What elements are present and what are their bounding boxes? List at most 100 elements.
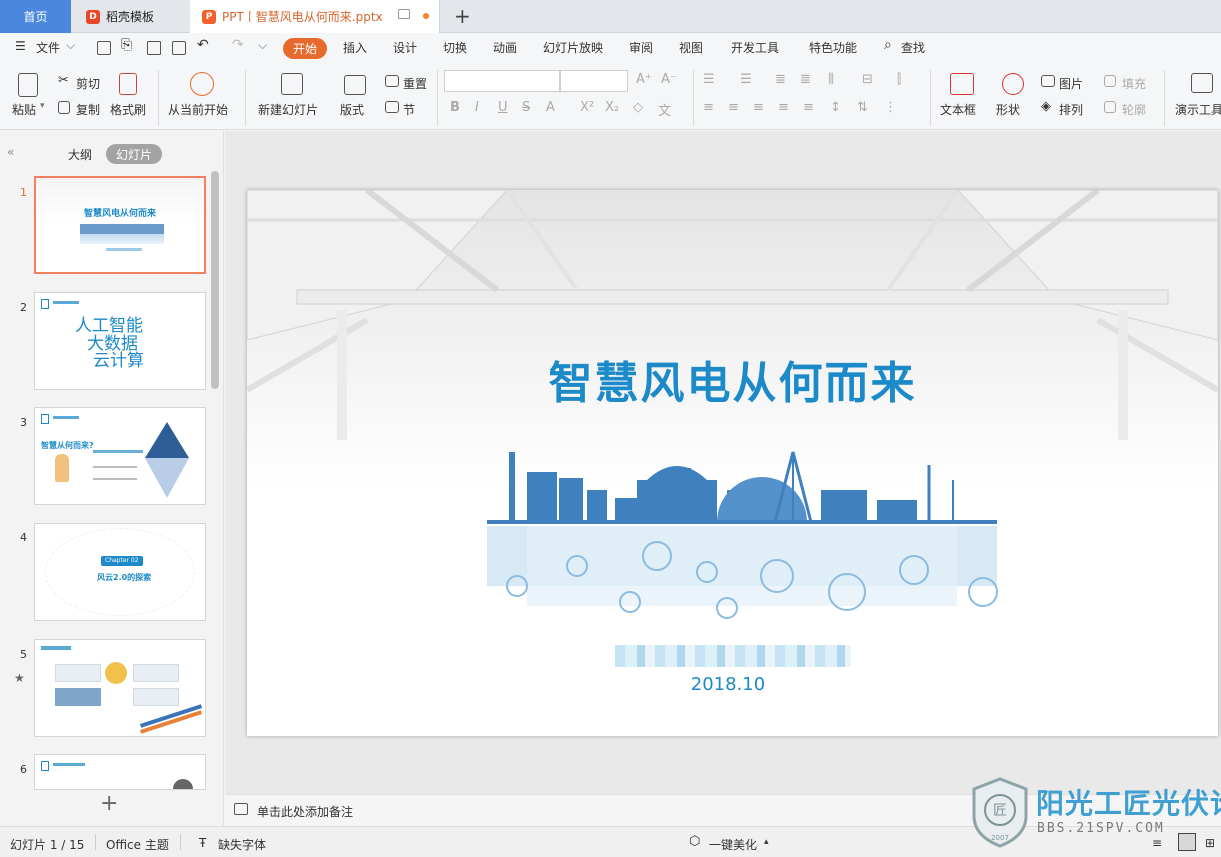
add-slide-button[interactable]: + (100, 791, 118, 816)
customize-toolbar-icon[interactable]: ⌵ (258, 38, 267, 53)
align-right-icon[interactable]: ≡ (753, 100, 764, 115)
italic-icon[interactable]: I (475, 100, 479, 115)
menu-special[interactable]: 特色功能 (809, 39, 857, 56)
paragraph-spacing-icon[interactable]: ⇅ (857, 100, 868, 115)
outline-icon[interactable] (1104, 101, 1116, 113)
format-painter-button[interactable]: 格式刷 (110, 101, 146, 118)
clear-format-icon[interactable]: ◇ (633, 100, 643, 115)
copy-icon[interactable] (58, 101, 70, 114)
decrease-indent-icon[interactable]: ≣ (775, 72, 786, 87)
subtitle-blurred[interactable] (615, 645, 851, 667)
layout-icon[interactable] (344, 75, 366, 95)
menu-transitions[interactable]: 切换 (443, 39, 467, 56)
align-text-icon[interactable]: ⊟ (862, 72, 873, 87)
menu-view[interactable]: 视图 (679, 39, 703, 56)
paste-dropdown-icon[interactable]: ▾ (40, 101, 45, 111)
notes-placeholder[interactable]: 单击此处添加备注 (257, 803, 353, 820)
slides-panel-scrollbar[interactable] (211, 171, 219, 389)
theme-name[interactable]: Office 主题 (106, 836, 169, 853)
arrange-button[interactable]: 排列 (1059, 101, 1083, 118)
search-icon[interactable]: ⌕ (884, 37, 892, 53)
justify-icon[interactable]: ≡ (778, 100, 789, 115)
reset-button[interactable]: 重置 (403, 75, 427, 92)
numbering-icon[interactable]: ☰ (740, 72, 752, 87)
tab-document[interactable]: P PPT丨智慧风电从何而来.pptx (190, 0, 440, 33)
bold-icon[interactable]: B (450, 100, 460, 115)
paste-button[interactable]: 粘贴 (12, 101, 36, 118)
outline-tab[interactable]: 大纲 (68, 146, 92, 163)
menu-slideshow[interactable]: 幻灯片放映 (543, 39, 603, 56)
menu-animations[interactable]: 动画 (493, 39, 517, 56)
picture-button[interactable]: 图片 (1059, 75, 1083, 92)
line-spacing-icon[interactable]: ↕ (830, 100, 841, 115)
layout-button[interactable]: 版式 (340, 101, 364, 118)
underline-icon[interactable]: U (498, 100, 508, 115)
slide-thumbnail-3[interactable]: 智慧从何而来? (34, 407, 206, 505)
print-icon[interactable] (147, 41, 161, 55)
increase-indent-icon[interactable]: ≣ (800, 72, 811, 87)
slide-thumbnail-2[interactable]: 人工智能 大数据 云计算 (34, 292, 206, 390)
shrink-font-icon[interactable]: A⁻ (661, 72, 677, 87)
textbox-icon[interactable] (950, 73, 974, 95)
slide-canvas[interactable]: 智慧风电从何而来 2018.10 (247, 190, 1218, 736)
section-button[interactable]: 节 (403, 101, 415, 118)
textbox-button[interactable]: 文本框 (940, 101, 976, 118)
slides-tab[interactable]: 幻灯片 (106, 144, 163, 164)
outline-button[interactable]: 轮廓 (1122, 101, 1146, 118)
font-color-icon[interactable]: A (546, 100, 555, 115)
missing-fonts-button[interactable]: 缺失字体 (218, 836, 266, 853)
menu-home[interactable]: 开始 (283, 38, 328, 59)
monitor-icon[interactable] (398, 9, 410, 19)
slide-thumbnail-4[interactable]: Chapter 02 风云2.0的探索 (34, 523, 206, 621)
play-icon[interactable] (190, 72, 214, 96)
phonetic-icon[interactable]: 文 (658, 100, 671, 119)
tab-home[interactable]: 首页 (0, 0, 71, 33)
chevron-down-icon[interactable]: ⌵ (66, 38, 75, 53)
menu-file[interactable]: 文件 (36, 39, 60, 56)
slide-thumbnail-1[interactable]: 智慧风电从何而来 (34, 176, 206, 274)
scissors-icon[interactable]: ✂ (58, 73, 69, 88)
distribute-icon[interactable]: ≡ (803, 100, 814, 115)
collapse-panel-icon[interactable]: « (7, 145, 14, 159)
slide-date[interactable]: 2018.10 (247, 674, 1209, 695)
shape-button[interactable]: 形状 (996, 101, 1020, 118)
menu-insert[interactable]: 插入 (343, 39, 367, 56)
slide-title[interactable]: 智慧风电从何而来 (247, 347, 1218, 411)
font-family-combo[interactable] (444, 70, 560, 92)
chevron-up-icon[interactable]: ▴ (764, 837, 769, 847)
bullets-icon[interactable]: ☰ (703, 72, 715, 87)
format-painter-icon[interactable] (119, 73, 137, 95)
font-size-combo[interactable] (560, 70, 628, 92)
section-icon[interactable] (385, 101, 399, 113)
save-icon[interactable] (97, 41, 111, 55)
menu-design[interactable]: 设计 (393, 39, 417, 56)
copy-button[interactable]: 复制 (76, 101, 100, 118)
redo-icon[interactable]: ↷ (232, 37, 244, 53)
paragraph-settings-icon[interactable]: ⋮ (884, 100, 897, 115)
shape-icon[interactable] (1002, 73, 1024, 95)
presentation-tool-button[interactable]: 演示工具 (1175, 101, 1221, 118)
align-center-icon[interactable]: ≡ (728, 100, 739, 115)
menu-developer[interactable]: 开发工具 (731, 39, 779, 56)
menu-review[interactable]: 审阅 (629, 39, 653, 56)
strikethrough-icon[interactable]: S (522, 100, 530, 115)
picture-icon[interactable] (1041, 75, 1055, 87)
print-preview-icon[interactable] (172, 41, 186, 55)
subscript-icon[interactable]: X₂ (605, 100, 619, 115)
new-slide-button[interactable]: 新建幻灯片 (258, 101, 318, 118)
grow-font-icon[interactable]: A⁺ (636, 72, 652, 87)
text-direction-icon[interactable]: ⫼ (828, 72, 834, 87)
new-slide-icon[interactable] (281, 73, 303, 95)
beautify-button[interactable]: 一键美化 (709, 836, 757, 853)
slide-thumbnail-5[interactable] (34, 639, 206, 737)
undo-icon[interactable]: ↶ (197, 37, 209, 53)
export-pdf-icon[interactable]: ⎘ (121, 37, 132, 53)
fill-icon[interactable] (1104, 75, 1116, 87)
slide-thumbnail-6[interactable] (34, 754, 206, 790)
columns-icon[interactable]: ⫿ (897, 72, 901, 87)
fill-button[interactable]: 填充 (1122, 75, 1146, 92)
superscript-icon[interactable]: X² (580, 100, 594, 115)
align-left-icon[interactable]: ≡ (703, 100, 714, 115)
cut-button[interactable]: 剪切 (76, 75, 100, 92)
arrange-icon[interactable]: ◈ (1041, 99, 1051, 114)
